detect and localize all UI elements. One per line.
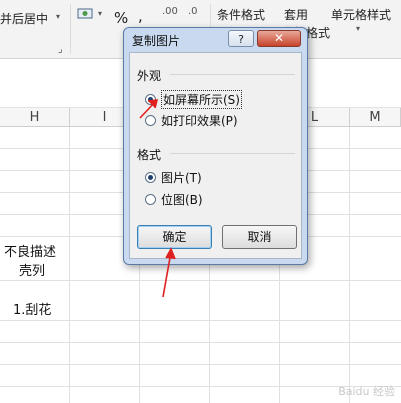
group-divider [170,153,295,154]
chevron-down-icon[interactable]: ▾ [56,12,60,21]
decrease-decimal-button[interactable]: .0 [188,6,198,17]
dialog-body: 外观 如屏幕所示(S) 如打印效果(P) 格式 图片(T) 位图(B) 确定 取… [129,52,302,259]
radio-label: 位图(B) [161,193,203,207]
chevron-down-icon[interactable]: ▾ [98,9,102,18]
ok-button[interactable]: 确定 [137,225,212,249]
group-divider [170,74,295,75]
radio-button[interactable] [145,194,156,205]
radio-label: 图片(T) [161,171,202,185]
increase-decimal-button[interactable]: .00 [162,6,178,17]
grid-line [69,127,70,403]
radio-button[interactable] [145,115,156,126]
radio-button[interactable] [145,172,156,183]
dialog-launcher-icon[interactable]: ⌟ [58,44,63,55]
conditional-format-button[interactable]: 条件格式 [217,6,265,23]
ribbon-divider [70,4,71,54]
radio-as-shown-when-printed[interactable]: 如打印效果(P) [145,112,238,129]
comma-style-button[interactable]: , [138,7,143,25]
column-header-h[interactable]: H [0,108,70,127]
grid-line [0,342,401,343]
percent-style-button[interactable]: % [114,9,128,27]
dialog-title: 复制图片 [132,34,181,48]
chevron-down-icon[interactable]: ▾ [356,24,360,33]
cell-scratch[interactable]: 1.刮花 [13,299,51,318]
apply-table-format-button[interactable]: 套用 [284,6,308,23]
cell-defect-description[interactable]: 不良描述 [4,241,56,260]
radio-as-shown-on-screen[interactable]: 如屏幕所示(S) [145,90,242,109]
help-button[interactable]: ? [228,30,254,47]
radio-bitmap[interactable]: 位图(B) [145,191,203,208]
radio-label: 如打印效果(P) [161,114,238,128]
grid-line [0,364,401,365]
grid-line [0,280,401,281]
close-icon[interactable]: ✕ [257,30,301,47]
grid-line [349,127,350,403]
cancel-button[interactable]: 取消 [222,225,297,249]
grid-line [0,320,401,321]
cell-shell-column[interactable]: 壳列 [19,260,45,279]
watermark: Baidu 经验 [338,385,395,398]
format-group-title: 格式 [137,148,162,162]
radio-button[interactable] [145,94,156,105]
cell-styles-button[interactable]: 单元格样式 [331,6,391,23]
appearance-group-title: 外观 [137,69,162,83]
currency-format-icon[interactable] [76,5,96,23]
merge-center-button[interactable]: 并后居中 [0,10,48,27]
radio-label: 如屏幕所示(S) [161,90,242,109]
radio-picture[interactable]: 图片(T) [145,169,202,186]
copy-picture-dialog: 复制图片 ? ✕ 外观 如屏幕所示(S) 如打印效果(P) 格式 图片(T) 位… [123,27,308,265]
column-header-m[interactable]: M [350,108,401,127]
